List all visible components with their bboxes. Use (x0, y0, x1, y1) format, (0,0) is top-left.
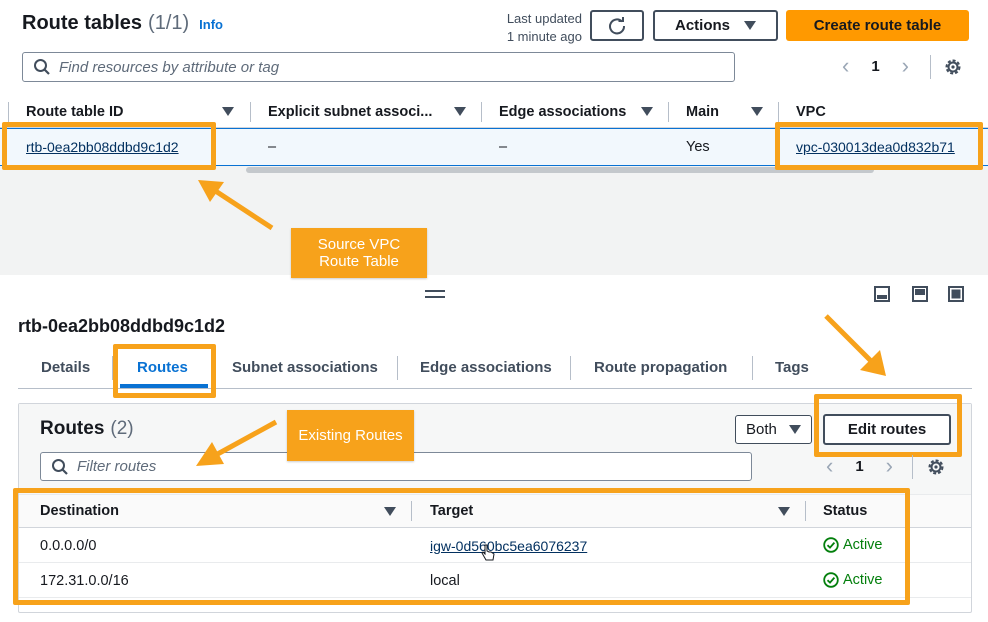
col-route-table-id[interactable]: Route table ID (26, 104, 123, 120)
panel-splitter[interactable] (425, 290, 445, 298)
col-main[interactable]: Main (686, 104, 719, 120)
pagination-divider (912, 455, 913, 479)
layout-full-icon[interactable] (948, 286, 964, 302)
edge-associations-value: – (499, 139, 508, 155)
annotation-box-routes-tab (113, 344, 216, 398)
page-title: Route tables (22, 12, 143, 34)
explicit-subnet-value: – (268, 139, 277, 155)
col-divider (668, 102, 669, 122)
prev-page-icon[interactable]: ‹ (842, 55, 849, 77)
search-placeholder: Find resources by attribute or tag (59, 58, 280, 76)
annotation-arrow (824, 314, 886, 376)
routes-pagination: ‹ 1 › (826, 455, 893, 477)
info-link[interactable]: Info (199, 17, 223, 32)
route-filter-value: Both (746, 421, 777, 438)
search-icon (34, 59, 50, 75)
page-number[interactable]: 1 (855, 458, 863, 475)
tab-details[interactable]: Details (41, 359, 90, 376)
annotation-box-routes-table (13, 488, 910, 605)
tab-divider (570, 356, 571, 380)
routes-header: Routes (2) (40, 418, 134, 440)
caret-down-icon (789, 425, 801, 434)
route-filter-select[interactable]: Both (735, 415, 812, 444)
caret-down-icon (744, 21, 756, 30)
gear-icon[interactable] (926, 457, 946, 477)
col-divider (250, 102, 251, 122)
detail-title: rtb-0ea2bb08ddbd9c1d2 (18, 316, 226, 336)
actions-label: Actions (674, 17, 730, 34)
filter-placeholder: Filter routes (77, 458, 157, 475)
tab-subnet-associations[interactable]: Subnet associations (232, 359, 378, 376)
layout-side-icon[interactable] (912, 286, 928, 302)
search-icon (52, 458, 68, 475)
annotation-box-route-table-id (2, 122, 216, 170)
col-divider (778, 102, 779, 122)
annotation-box-vpc (775, 122, 983, 170)
page-title-count: (1/1) (148, 12, 190, 34)
routes-title: Routes (40, 418, 105, 439)
resource-search-input[interactable]: Find resources by attribute or tag (22, 52, 735, 82)
col-vpc[interactable]: VPC (796, 104, 826, 120)
top-pagination: ‹ 1 › (842, 55, 909, 77)
callout-existing-routes: Existing Routes (287, 410, 414, 461)
page-header: Route tables (1/1) Info (22, 12, 223, 35)
callout-source-vpc: Source VPC Route Table (291, 228, 427, 278)
sort-caret-icon[interactable] (222, 107, 234, 116)
routes-count: (2) (110, 418, 134, 439)
sort-caret-icon[interactable] (454, 107, 466, 116)
col-edge-associations[interactable]: Edge associations (499, 104, 626, 120)
create-label: Create route table (813, 17, 942, 34)
tab-route-propagation[interactable]: Route propagation (594, 359, 727, 376)
create-route-table-button[interactable]: Create route table (786, 10, 969, 41)
refresh-button[interactable] (590, 10, 644, 41)
last-updated-label: Last updated (506, 11, 582, 26)
tab-divider (752, 356, 753, 380)
page-number[interactable]: 1 (871, 58, 879, 75)
actions-button[interactable]: Actions (653, 10, 778, 41)
refresh-icon (609, 16, 626, 34)
pagination-divider (930, 55, 931, 79)
main-value: Yes (686, 139, 710, 155)
tab-divider (397, 356, 398, 380)
col-explicit-subnet[interactable]: Explicit subnet associ... (268, 104, 432, 120)
tab-tags[interactable]: Tags (775, 359, 809, 376)
col-divider (481, 102, 482, 122)
annotation-arrow (196, 419, 278, 466)
layout-bottom-icon[interactable] (874, 286, 890, 302)
sort-caret-icon[interactable] (641, 107, 653, 116)
next-page-icon[interactable]: › (902, 55, 909, 77)
next-page-icon[interactable]: › (886, 455, 893, 477)
tab-edge-associations[interactable]: Edge associations (420, 359, 552, 376)
annotation-arrow (198, 180, 274, 231)
last-updated-value: 1 minute ago (506, 29, 582, 44)
sort-caret-icon[interactable] (751, 107, 763, 116)
col-divider (8, 102, 9, 122)
annotation-box-edit-routes (814, 394, 962, 457)
last-updated: Last updated 1 minute ago (490, 10, 582, 46)
gear-icon[interactable] (943, 57, 963, 77)
prev-page-icon[interactable]: ‹ (826, 455, 833, 477)
